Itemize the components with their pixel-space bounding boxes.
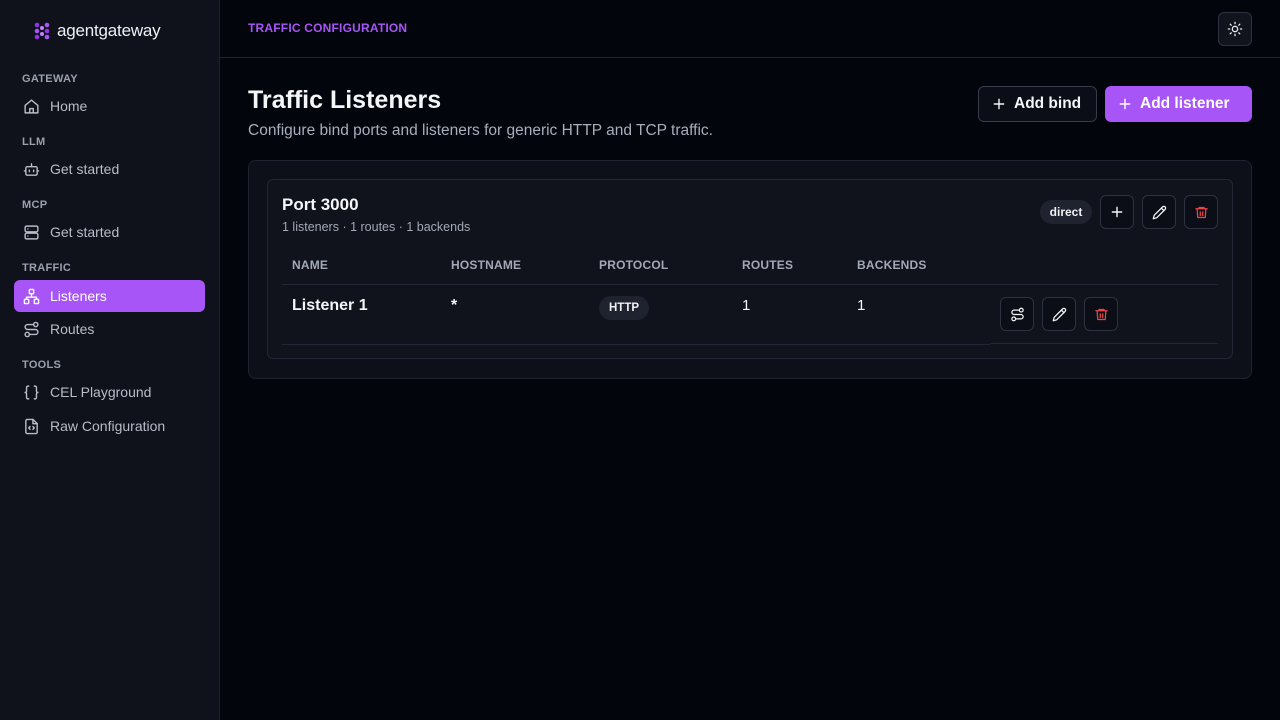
trash-icon: [1094, 308, 1108, 320]
listener-routes-count: 1: [742, 297, 751, 314]
table-divider: [282, 284, 1218, 285]
logo[interactable]: agentgateway: [33, 21, 161, 41]
column-header-protocol: PROTOCOL: [599, 258, 669, 272]
top-bar: TRAFFIC CONFIGURATION: [220, 0, 1280, 58]
agentgateway-logo-icon: [34, 22, 50, 40]
sidebar-item-label: Get started: [50, 161, 120, 177]
section-label-gateway: GATEWAY: [22, 73, 78, 85]
pencil-icon: [1052, 307, 1066, 321]
listener-name: Listener 1: [292, 297, 368, 314]
network-icon: [23, 288, 40, 304]
breadcrumb: TRAFFIC CONFIGURATION: [248, 21, 408, 35]
page-subtitle: Configure bind ports and listeners for g…: [248, 122, 713, 139]
sidebar-item-label: Routes: [50, 321, 95, 337]
delete-bind-button[interactable]: [1184, 195, 1218, 229]
column-header-name: NAME: [292, 258, 329, 272]
section-label-llm: LLM: [22, 136, 46, 148]
sidebar-item-raw-configuration[interactable]: Raw Configuration: [14, 410, 205, 442]
add-bind-label: Add bind: [1014, 95, 1082, 112]
sidebar-item-mcp-get-started[interactable]: Get started: [14, 216, 205, 248]
sidebar-item-label: Home: [50, 98, 88, 114]
route-icon: [24, 321, 39, 337]
bind-title: Port 3000: [282, 195, 359, 214]
table-divider: [282, 344, 990, 345]
sidebar-item-llm-get-started[interactable]: Get started: [14, 153, 205, 185]
column-header-backends: BACKENDS: [857, 258, 927, 272]
bind-mode-badge: direct: [1040, 200, 1092, 224]
sidebar-item-label: Listeners: [50, 288, 107, 304]
add-bind-button[interactable]: Add bind: [978, 86, 1097, 122]
plus-icon: [1111, 206, 1123, 218]
sidebar: agentgateway GATEWAY Home LLM Get starte…: [0, 0, 220, 720]
listener-backends-count: 1: [857, 297, 866, 314]
file-code-icon: [25, 418, 38, 434]
edit-bind-button[interactable]: [1142, 195, 1176, 229]
route-icon: [1010, 307, 1024, 321]
listener-routes-button[interactable]: [1000, 297, 1034, 331]
sidebar-item-listeners[interactable]: Listeners: [14, 280, 205, 312]
logo-text: agentgateway: [57, 21, 161, 40]
table-divider: [990, 343, 1218, 344]
pencil-icon: [1152, 205, 1166, 219]
sidebar-item-label: CEL Playground: [50, 384, 152, 400]
braces-icon: [24, 384, 39, 400]
column-header-routes: ROUTES: [742, 258, 794, 272]
sidebar-item-label: Get started: [50, 224, 120, 240]
bind-meta: 1 listeners · 1 routes · 1 backends: [282, 220, 471, 234]
server-icon: [24, 224, 39, 240]
add-listener-to-bind-button[interactable]: [1100, 195, 1134, 229]
edit-listener-button[interactable]: [1042, 297, 1076, 331]
delete-listener-button[interactable]: [1084, 297, 1118, 331]
sidebar-item-cel-playground[interactable]: CEL Playground: [14, 376, 205, 408]
page-title: Traffic Listeners: [248, 86, 442, 114]
column-header-hostname: HOSTNAME: [451, 258, 522, 272]
plus-icon: [1119, 98, 1131, 110]
section-label-mcp: MCP: [22, 199, 48, 211]
sidebar-item-label: Raw Configuration: [50, 418, 166, 434]
add-listener-button[interactable]: Add listener: [1105, 86, 1252, 122]
add-listener-label: Add listener: [1140, 95, 1230, 112]
home-icon: [24, 98, 39, 114]
listener-hostname: *: [451, 297, 458, 314]
sun-icon: [1227, 21, 1243, 37]
sidebar-item-home[interactable]: Home: [14, 90, 205, 122]
theme-toggle-button[interactable]: [1218, 12, 1252, 46]
section-label-tools: TOOLS: [22, 359, 62, 371]
sidebar-item-routes[interactable]: Routes: [14, 313, 205, 345]
protocol-badge: HTTP: [599, 296, 649, 320]
trash-icon: [1194, 206, 1208, 218]
bot-icon: [23, 162, 40, 176]
section-label-traffic: TRAFFIC: [22, 262, 72, 274]
plus-icon: [993, 98, 1005, 110]
